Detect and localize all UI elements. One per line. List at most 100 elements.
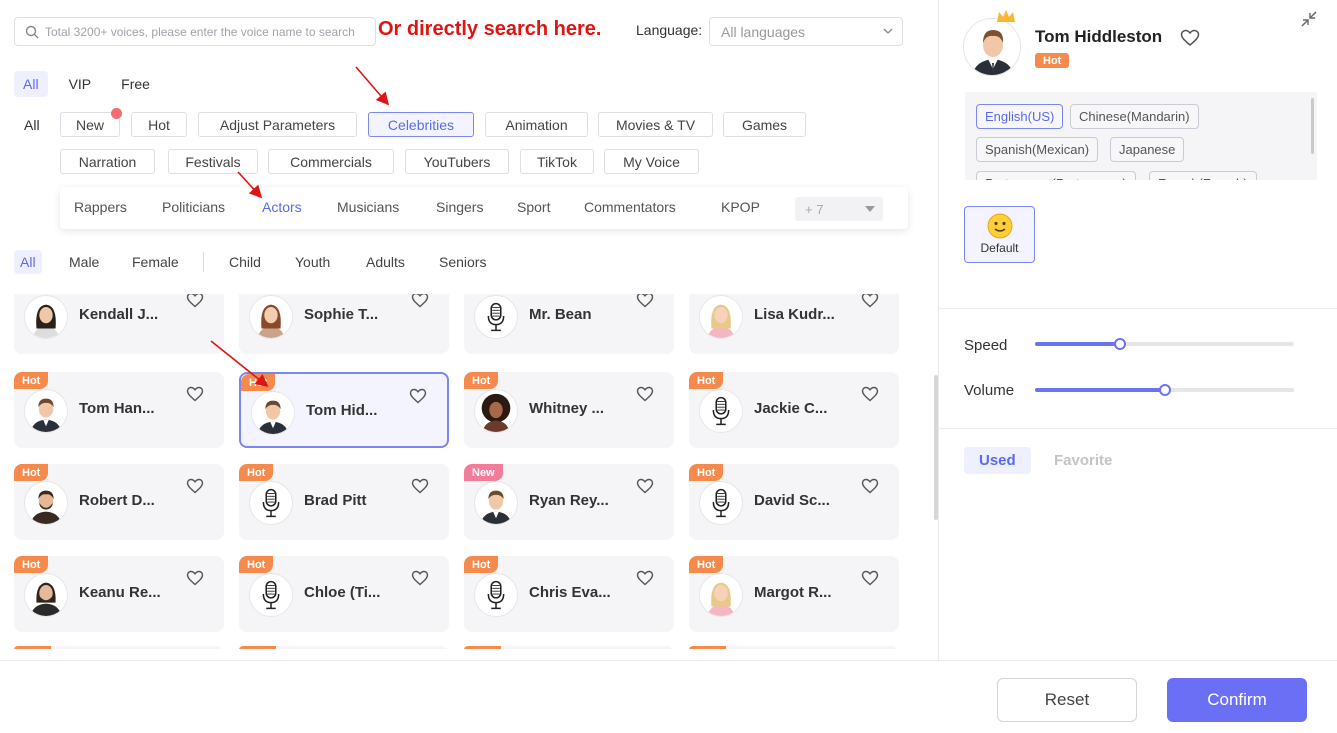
tier-tab-all[interactable]: All xyxy=(14,71,48,97)
search-input[interactable] xyxy=(45,24,365,39)
voice-card-partial[interactable] xyxy=(14,646,224,649)
favorite-heart-icon[interactable] xyxy=(186,294,204,308)
category-festivals[interactable]: Festivals xyxy=(168,149,258,174)
favorite-heart-icon[interactable] xyxy=(636,478,654,494)
favorite-heart-icon[interactable] xyxy=(636,386,654,402)
filter-adults[interactable]: Adults xyxy=(360,250,411,274)
filter-youth[interactable]: Youth xyxy=(289,250,336,274)
voice-card[interactable]: Jackie C... Hot xyxy=(689,372,899,448)
category-hot[interactable]: Hot xyxy=(131,112,187,137)
favorite-heart-icon[interactable] xyxy=(861,386,879,402)
favorite-heart-icon[interactable] xyxy=(186,570,204,586)
favorite-heart-icon[interactable] xyxy=(861,478,879,494)
filter-all[interactable]: All xyxy=(14,250,42,274)
category-celebrities[interactable]: Celebrities xyxy=(368,112,474,137)
language-option-english-us[interactable]: English(US) xyxy=(976,104,1064,129)
favorite-heart-icon[interactable] xyxy=(636,294,654,308)
subcategory-kpop[interactable]: KPOP xyxy=(721,199,760,215)
filter-male[interactable]: Male xyxy=(63,250,105,274)
voice-card[interactable]: Chloe (Ti... Hot xyxy=(239,556,449,632)
voice-card[interactable]: Ryan Rey... New xyxy=(464,464,674,540)
favorite-heart-icon[interactable] xyxy=(186,386,204,402)
microphone-icon xyxy=(699,389,743,433)
crown-icon xyxy=(997,10,1015,22)
subcategory-singers[interactable]: Singers xyxy=(436,199,483,215)
favorite-heart-icon[interactable] xyxy=(636,570,654,586)
filter-seniors[interactable]: Seniors xyxy=(433,250,492,274)
category-narration[interactable]: Narration xyxy=(60,149,155,174)
subcategory-actors[interactable]: Actors xyxy=(262,199,302,215)
voice-card[interactable]: Tom Han... Hot xyxy=(14,372,224,448)
volume-slider[interactable] xyxy=(1035,384,1294,396)
voice-card[interactable]: Lisa Kudr... xyxy=(689,294,899,354)
favorite-heart-icon[interactable] xyxy=(411,570,429,586)
filter-child[interactable]: Child xyxy=(223,250,267,274)
tab-favorite[interactable]: Favorite xyxy=(1039,447,1127,474)
category-all[interactable]: All xyxy=(24,117,40,133)
voice-card-partial[interactable] xyxy=(464,646,674,649)
favorite-heart-icon[interactable] xyxy=(1180,29,1200,47)
category-tiktok[interactable]: TikTok xyxy=(520,149,594,174)
reset-button[interactable]: Reset xyxy=(997,678,1137,722)
subcategory-musicians[interactable]: Musicians xyxy=(337,199,399,215)
speed-slider-handle[interactable] xyxy=(1114,338,1127,350)
favorite-heart-icon[interactable] xyxy=(411,294,429,308)
tier-tab-free[interactable]: Free xyxy=(112,71,159,97)
subcategory-rappers[interactable]: Rappers xyxy=(74,199,127,215)
voice-card[interactable]: Robert D... Hot xyxy=(14,464,224,540)
tier-tab-vip[interactable]: VIP xyxy=(60,71,101,97)
more-subcategories-dropdown[interactable]: + 7 xyxy=(795,197,883,221)
language-option-french[interactable]: French(French) xyxy=(1149,171,1257,180)
hot-badge-partial xyxy=(464,646,501,649)
speed-slider-fill xyxy=(1035,342,1121,346)
voice-name: Chloe (Ti... xyxy=(304,584,381,601)
category-my-voice[interactable]: My Voice xyxy=(604,149,699,174)
voice-avatar xyxy=(699,573,743,617)
subcategory-politicians[interactable]: Politicians xyxy=(162,199,225,215)
language-options-scrollbar[interactable] xyxy=(1311,98,1314,154)
voice-card[interactable]: David Sc... Hot xyxy=(689,464,899,540)
voice-name: Tom Han... xyxy=(79,400,155,417)
subcategory-sport[interactable]: Sport xyxy=(517,199,550,215)
category-movies-tv[interactable]: Movies & TV xyxy=(598,112,713,137)
collapse-icon[interactable] xyxy=(1300,10,1318,28)
category-commercials[interactable]: Commercials xyxy=(268,149,394,174)
subcategory-commentators[interactable]: Commentators xyxy=(584,199,676,215)
voice-card[interactable]: Tom Hid... Hot xyxy=(239,372,449,448)
language-select[interactable]: All languages xyxy=(709,17,903,46)
category-adjust-parameters[interactable]: Adjust Parameters xyxy=(198,112,357,137)
hot-badge: Hot xyxy=(689,464,724,481)
voice-card[interactable]: Chris Eva... Hot xyxy=(464,556,674,632)
voice-card-partial[interactable] xyxy=(239,646,449,649)
voice-card[interactable]: Whitney ... Hot xyxy=(464,372,674,448)
voice-card[interactable]: Margot R... Hot xyxy=(689,556,899,632)
category-youtubers[interactable]: YouTubers xyxy=(405,149,509,174)
style-default-option[interactable]: Default xyxy=(964,206,1035,263)
language-option-chinese-mandarin[interactable]: Chinese(Mandarin) xyxy=(1070,104,1199,129)
language-option-spanish-mexican[interactable]: Spanish(Mexican) xyxy=(976,137,1099,162)
voice-card[interactable]: Sophie T... xyxy=(239,294,449,354)
voice-card[interactable]: Kendall J... xyxy=(14,294,224,354)
voice-card-partial[interactable] xyxy=(689,646,899,649)
category-games[interactable]: Games xyxy=(723,112,806,137)
search-box[interactable] xyxy=(14,17,376,46)
favorite-heart-icon[interactable] xyxy=(186,478,204,494)
confirm-button[interactable]: Confirm xyxy=(1167,678,1307,722)
tier-tabs: All VIP Free xyxy=(14,71,171,97)
language-option-portuguese[interactable]: Portuguese(Portuguese) xyxy=(976,171,1136,180)
favorite-heart-icon[interactable] xyxy=(411,478,429,494)
voice-card[interactable]: Mr. Bean xyxy=(464,294,674,354)
category-animation[interactable]: Animation xyxy=(485,112,588,137)
filter-female[interactable]: Female xyxy=(126,250,185,274)
language-option-japanese[interactable]: Japanese xyxy=(1110,137,1185,162)
volume-slider-fill xyxy=(1035,388,1165,392)
voice-card[interactable]: Keanu Re... Hot xyxy=(14,556,224,632)
volume-slider-handle[interactable] xyxy=(1158,384,1171,396)
favorite-heart-icon[interactable] xyxy=(409,388,427,404)
favorite-heart-icon[interactable] xyxy=(861,294,879,308)
voice-card[interactable]: Brad Pitt Hot xyxy=(239,464,449,540)
favorite-heart-icon[interactable] xyxy=(861,570,879,586)
style-default-label: Default xyxy=(980,241,1019,255)
tab-used[interactable]: Used xyxy=(964,447,1031,474)
speed-slider[interactable] xyxy=(1035,338,1294,350)
